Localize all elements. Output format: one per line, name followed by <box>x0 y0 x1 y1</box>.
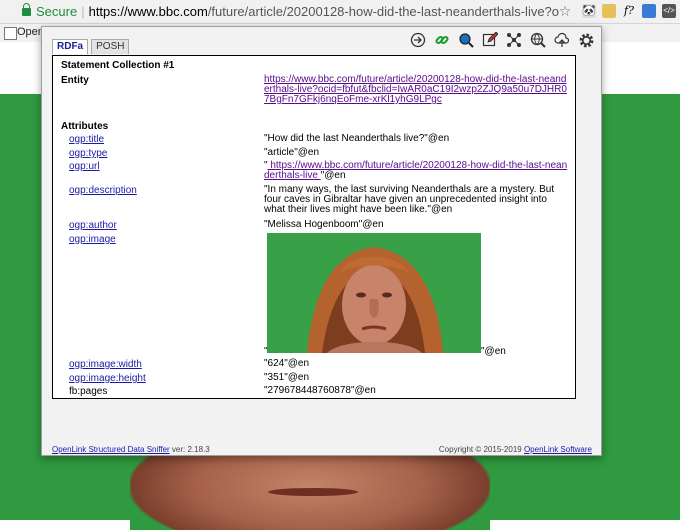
collection-title: Statement Collection #1 <box>61 60 175 71</box>
link-icon[interactable] <box>433 31 451 49</box>
sniffer-popup: RDFa POSH Statement Collection #1 Entity… <box>41 26 602 456</box>
footer-left: OpenLink Structured Data Sniffer ver: 2.… <box>52 445 210 454</box>
sign-in-icon[interactable] <box>409 31 427 49</box>
secure-label: Secure <box>36 4 78 19</box>
prop-ogp-image-height[interactable]: ogp:image:height <box>69 373 146 384</box>
panda-icon[interactable]: 🐼 <box>582 4 596 18</box>
value-ogp-author: "Melissa Hogenboom"@en <box>264 219 384 230</box>
prop-ogp-url[interactable]: ogp:url <box>69 161 100 172</box>
toolbar <box>409 31 595 49</box>
version-label: ver: 2.18.3 <box>169 445 210 454</box>
search-globe-icon[interactable] <box>457 31 475 49</box>
address-bar[interactable]: Secure | https://www.bbc.com/future/arti… <box>0 0 680 24</box>
value-ogp-url: " https://www.bbc.com/future/article/202… <box>264 160 568 181</box>
entity-link[interactable]: https://www.bbc.com/future/article/20200… <box>264 74 567 105</box>
sniffer-link[interactable]: OpenLink Structured Data Sniffer <box>52 445 170 454</box>
url-value-suffix: "@en <box>320 170 346 181</box>
entity-label: Entity <box>61 75 89 86</box>
value-fb-pages: "279678448760878"@en <box>264 385 376 396</box>
copyright-text: Copyright © 2015-2019 <box>438 445 524 454</box>
url-path: /future/article/20200128-how-did-the-las… <box>207 4 559 19</box>
url-host: https://www.bbc.com <box>88 4 208 19</box>
prop-ogp-description[interactable]: ogp:description <box>69 185 137 196</box>
separator: | <box>81 4 85 19</box>
bookmark-item[interactable]: Open <box>17 26 44 38</box>
url-value-link[interactable]: https://www.bbc.com/future/article/20200… <box>264 160 567 181</box>
tab-posh[interactable]: POSH <box>91 39 130 54</box>
openlink-software-link[interactable]: OpenLink Software <box>524 445 592 454</box>
page-icon <box>4 27 17 40</box>
star-icon[interactable]: ☆ <box>558 4 572 18</box>
value-ogp-image-height: "351"@en <box>264 372 310 383</box>
statement-panel: Statement Collection #1 Entity https://w… <box>52 55 576 399</box>
lock-icon <box>22 2 31 16</box>
book-icon[interactable] <box>642 4 656 18</box>
tab-bar: RDFa POSH <box>52 39 132 54</box>
gear-icon[interactable] <box>577 31 595 49</box>
url-text[interactable]: https://www.bbc.com/future/article/20200… <box>89 4 559 19</box>
edit-icon[interactable] <box>481 31 499 49</box>
hero-mouth <box>268 488 358 496</box>
prop-ogp-author[interactable]: ogp:author <box>69 220 117 231</box>
prop-ogp-title[interactable]: ogp:title <box>69 134 104 145</box>
entity-value[interactable]: https://www.bbc.com/future/article/20200… <box>264 75 569 105</box>
cloud-upload-icon[interactable] <box>553 31 571 49</box>
code-icon[interactable]: </> <box>662 4 676 18</box>
value-ogp-description: "In many ways, the last surviving Neande… <box>264 184 555 215</box>
prop-fb-pages: fb:pages <box>69 386 108 397</box>
footer-right: Copyright © 2015-2019 OpenLink Software <box>439 445 592 454</box>
value-ogp-type: "article"@en <box>264 147 320 158</box>
prop-ogp-image-width[interactable]: ogp:image:width <box>69 359 142 370</box>
value-ogp-image-lang: "@en <box>481 346 506 357</box>
tab-rdfa[interactable]: RDFa <box>52 39 89 54</box>
prop-ogp-image[interactable]: ogp:image <box>69 234 116 245</box>
cube-icon[interactable] <box>602 4 616 18</box>
attributes-label: Attributes <box>61 121 109 132</box>
value-ogp-image-width: "624"@en <box>264 358 310 369</box>
value-ogp-title: "How did the last Neanderthals live?"@en <box>264 133 450 144</box>
globe-search-icon[interactable] <box>529 31 547 49</box>
network-icon[interactable] <box>505 31 523 49</box>
fn-extension-icon[interactable]: f? <box>622 4 636 18</box>
prop-ogp-type[interactable]: ogp:type <box>69 148 107 159</box>
og-image-thumbnail[interactable] <box>267 233 481 353</box>
